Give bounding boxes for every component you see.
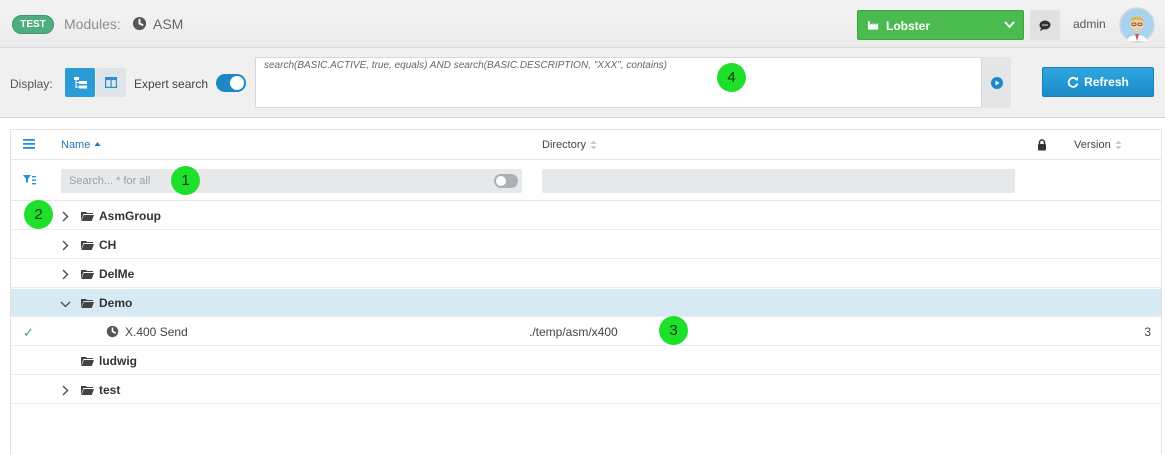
tree-row-label: CH	[99, 238, 117, 252]
annotation-marker-3: 3	[659, 316, 688, 345]
module-icon	[132, 16, 147, 31]
folder-icon	[81, 386, 94, 395]
regex-toggle[interactable]	[494, 174, 518, 188]
column-menu-icon[interactable]	[23, 139, 35, 149]
column-header-version[interactable]: Version	[1074, 139, 1122, 151]
filter-icon[interactable]	[23, 175, 36, 186]
grid-header: Name Directory Version	[11, 130, 1161, 160]
tree-row-label: DelMe	[99, 267, 135, 281]
sort-icon	[1115, 140, 1122, 150]
tree-view-icon	[73, 76, 87, 88]
tree-row-ludwig[interactable]: ludwig	[11, 347, 1161, 375]
column-header-name[interactable]: Name	[61, 139, 101, 151]
tree-row-x400-send[interactable]: ✓ X.400 Send ./temp/asm/x400 3	[11, 318, 1161, 346]
annotation-marker-1: 1	[171, 166, 200, 195]
modules-label: Modules:	[64, 16, 121, 32]
columns-icon	[105, 77, 117, 88]
column-header-directory-label: Directory	[542, 139, 587, 151]
search-toolbar: Display: Expert search search(BASIC.ACTI…	[0, 48, 1165, 118]
run-query-button[interactable]	[982, 57, 1011, 108]
expert-search-toggle[interactable]	[216, 74, 246, 92]
column-header-name-label: Name	[61, 139, 91, 151]
tree-row-label: AsmGroup	[99, 209, 162, 223]
tree-row-test[interactable]: test	[11, 376, 1161, 404]
user-name[interactable]: admin	[1073, 17, 1106, 31]
directory-search-input[interactable]	[542, 169, 1015, 193]
environment-select-label: Lobster	[886, 19, 931, 33]
table-view-button[interactable]	[96, 68, 126, 97]
tree-row-ch[interactable]: CH	[11, 231, 1161, 259]
factory-icon	[867, 21, 879, 30]
directory-value: ./temp/asm/x400	[529, 325, 618, 339]
sort-ascending-icon	[94, 142, 101, 146]
lock-icon	[1038, 139, 1046, 151]
chat-icon	[1039, 20, 1051, 31]
folder-icon	[81, 270, 94, 279]
module-icon	[106, 325, 119, 338]
chat-button[interactable]	[1030, 10, 1060, 40]
column-header-version-label: Version	[1074, 139, 1111, 151]
sort-icon	[590, 140, 597, 150]
tree-row-label: X.400 Send	[125, 325, 188, 339]
tree-row-label: ludwig	[99, 354, 137, 368]
annotation-marker-4: 4	[717, 63, 746, 92]
chevron-right-icon[interactable]	[61, 385, 69, 396]
refresh-icon	[1067, 76, 1079, 88]
active-check-icon: ✓	[23, 325, 34, 340]
tree-view-button[interactable]	[65, 68, 95, 97]
chevron-right-icon[interactable]	[61, 211, 69, 222]
tree-row-asmgroup[interactable]: AsmGroup	[11, 202, 1161, 230]
chevron-down-icon[interactable]	[60, 300, 71, 308]
chevron-right-icon[interactable]	[61, 269, 69, 280]
tree-row-label: test	[99, 383, 121, 397]
display-label: Display:	[10, 77, 53, 91]
annotation-marker-2: 2	[24, 200, 53, 229]
expert-query-input[interactable]: search(BASIC.ACTIVE, true, equals) AND s…	[255, 57, 982, 108]
play-circle-icon	[990, 76, 1003, 89]
folder-icon	[81, 212, 94, 221]
name-search-input[interactable]	[61, 169, 522, 193]
folder-icon	[81, 241, 94, 250]
environment-select[interactable]: Lobster	[857, 10, 1024, 40]
refresh-button-label: Refresh	[1084, 75, 1129, 89]
chevron-down-icon	[1004, 21, 1015, 29]
folder-icon	[81, 357, 94, 366]
tree-row-delme[interactable]: DelMe	[11, 260, 1161, 288]
expert-search-label: Expert search	[134, 77, 209, 91]
module-name: ASM	[153, 16, 184, 32]
environment-badge: TEST	[12, 15, 54, 34]
refresh-button[interactable]: Refresh	[1042, 67, 1154, 97]
folder-open-icon	[81, 299, 94, 308]
tree-row-demo[interactable]: Demo	[11, 289, 1161, 317]
chevron-right-icon[interactable]	[61, 240, 69, 251]
column-header-directory[interactable]: Directory	[542, 139, 597, 151]
avatar[interactable]	[1119, 7, 1155, 43]
version-value: 3	[1144, 325, 1151, 339]
app-header: TEST Modules: ASM Lobster admin	[0, 0, 1165, 48]
tree-row-label: Demo	[99, 296, 133, 310]
